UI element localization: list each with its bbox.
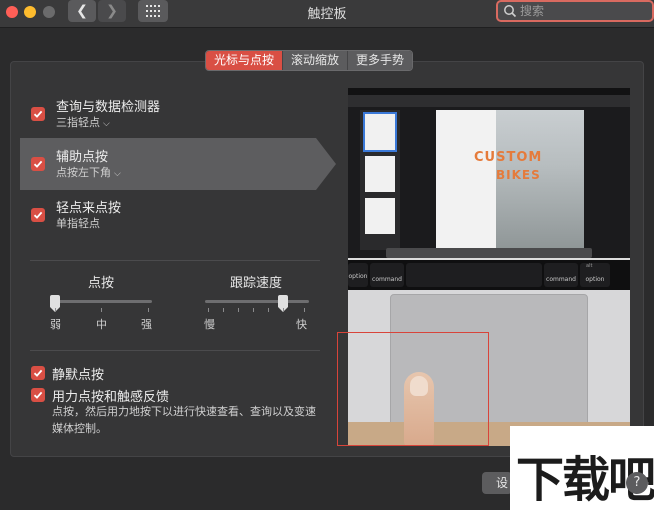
preview-thumbnails [360,110,400,250]
tracking-speed-track[interactable] [205,300,309,303]
silent-click-checkbox[interactable] [31,366,45,380]
preview-doc-title: CUSTOM [474,150,543,165]
divider [30,350,320,351]
tab-scroll-zoom[interactable]: 滚动缩放 [283,51,349,70]
secondary-click-value: 点按左下角 [56,166,111,179]
preview-toolbar [348,95,630,107]
preview-key-command-right: command [544,263,578,287]
bottom-left-corner-marker [337,332,489,446]
lookup-gesture-select[interactable]: 三指轻点 ⌵ [56,114,110,130]
click-slider-knob[interactable] [50,295,60,312]
click-slider-title: 点按 [88,276,115,291]
secondary-click-checkbox[interactable] [31,157,45,171]
help-button[interactable]: ? [626,472,648,494]
lookup-label: 查询与数据检测器 [56,100,161,115]
tab-point-click[interactable]: 光标与点按 [206,51,284,70]
preview-key-space [406,263,542,287]
preview-doc-subtitle: BIKES [496,168,541,182]
chevron-down-icon: ⌵ [114,169,121,179]
click-slider-track[interactable] [52,300,152,303]
tracking-speed-tick [283,308,284,312]
checkmark-icon [33,110,43,118]
checkmark-icon [33,211,43,219]
click-slider-tick [101,308,102,312]
checkmark-icon [33,369,43,377]
tracking-speed-tick [253,308,254,312]
preview-key-alt: alt [586,263,593,269]
divider [30,260,320,261]
tracking-speed-tick [238,308,239,312]
preview-keyboard: option command command option alt [348,260,630,290]
tracking-slow-label: 慢 [204,318,215,331]
checkmark-icon [33,160,43,168]
click-weak-label: 弱 [50,318,61,331]
lookup-gesture-value: 三指轻点 [56,116,100,129]
preview-thumbnail [365,156,395,192]
tracking-speed-tick [268,308,269,312]
preview-thumbnail [363,112,397,152]
preview-key-command: command [370,263,404,287]
tracking-speed-tick [208,308,209,312]
force-click-description: 点按，然后用力地按下以进行快速查看、查询以及变速媒体控制。 [52,405,316,435]
silent-click-label: 静默点按 [52,368,105,383]
preview-dock [386,248,592,258]
preview-menubar [348,88,630,95]
tracking-fast-label: 快 [296,318,307,331]
tracking-speed-tick [223,308,224,312]
search-input[interactable] [520,3,650,19]
chevron-down-icon: ⌵ [103,119,110,129]
preview-key-option-right: option [580,263,610,287]
title-bar: ❮ ❯ 触控板 [0,0,654,28]
tap-to-click-sub: 单指轻点 [56,217,100,230]
tap-to-click-label: 轻点来点按 [56,201,122,216]
preview-key-option: option [348,263,368,287]
tab-more-gestures[interactable]: 更多手势 [348,51,413,70]
click-slider-tick [148,308,149,312]
secondary-click-select[interactable]: 点按左下角 ⌵ [56,164,121,180]
tracking-speed-title: 跟踪速度 [230,276,283,291]
tracking-speed-knob[interactable] [278,295,288,312]
highlight-arrow [316,138,336,190]
setup-bluetooth-trackpad-button[interactable]: 设 [482,472,512,494]
click-medium-label: 中 [96,318,107,331]
lookup-checkbox[interactable] [31,107,45,121]
tracking-speed-tick [304,308,305,312]
preview-screen: CUSTOM BIKES [348,88,630,258]
setup-button-label: 设 [496,476,509,490]
secondary-click-label: 辅助点按 [56,150,109,165]
checkmark-icon [33,391,43,399]
click-strong-label: 强 [141,318,152,331]
preview-thumbnail [365,198,395,234]
tab-bar: 光标与点按 滚动缩放 更多手势 [205,50,414,71]
search-box[interactable] [496,0,654,22]
force-click-checkbox[interactable] [31,388,45,402]
preview-document: CUSTOM BIKES [436,110,584,250]
tap-to-click-checkbox[interactable] [31,208,45,222]
click-slider-tick [55,308,56,312]
search-icon [504,5,517,18]
